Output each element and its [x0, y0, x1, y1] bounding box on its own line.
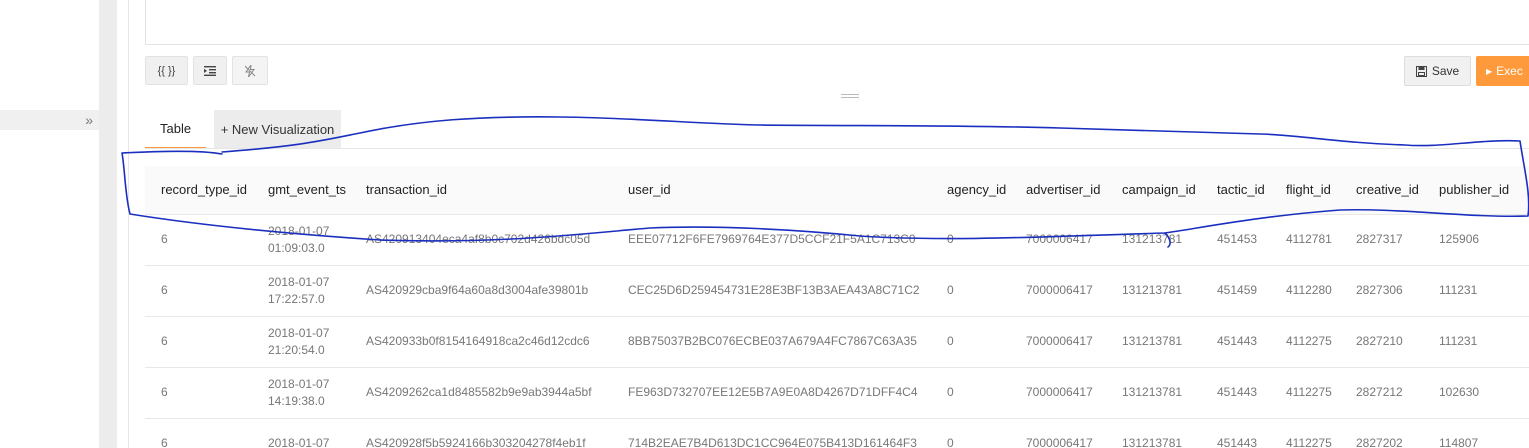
table-cell-transaction-id: AS420929cba9f64a60a8d3004afe39801b [350, 265, 612, 317]
save-button[interactable]: Save [1404, 56, 1471, 86]
table-cell-advertiser-id: 7000006417 [1010, 265, 1106, 317]
table-cell-flight-id: 4112275 [1270, 418, 1340, 448]
table-cell-advertiser-id: 7000006417 [1010, 418, 1106, 448]
table-cell-gmt-event-ts: 2018-01-07 17:22:57.0 [252, 265, 350, 317]
execute-button[interactable]: ▶ Exec [1476, 56, 1529, 86]
table-cell-agency-id: 0 [931, 214, 1010, 266]
new-visualization-button[interactable]: + New Visualization [214, 110, 341, 149]
table-cell-user-id: FE963D732707EE12E5B7A9E0A8D4267D71DFF4C4 [612, 367, 931, 419]
table-cell-transaction-id: AS4209262ca1d8485582b9e9ab3944a5bf [350, 367, 612, 419]
table-cell-creative-id: 2827202 [1340, 418, 1423, 448]
table-cell-flight-id: 4112275 [1270, 367, 1340, 419]
table-cell-record-type-id: 6 [145, 214, 252, 266]
tab-divider [145, 148, 1529, 149]
table-cell-record-type-id: 6 [145, 418, 252, 448]
table-cell-tactic-id: 451443 [1201, 316, 1270, 368]
play-icon: ▶ [1486, 66, 1493, 76]
table-cell-flight-id: 4112280 [1270, 265, 1340, 317]
table-row: 6 2018-01-07 14:19:38.0 AS4209262ca1d84855… [145, 367, 1529, 419]
table-cell-record-type-id: 6 [145, 367, 252, 419]
app-root: » {{ }} Save ▶ Exec Table + New Visualiz… [0, 0, 1529, 448]
indent-button[interactable] [193, 56, 227, 85]
table-row: 6 2018-01-07 01:09:03.0 AS420913404eca4af8… [145, 214, 1529, 266]
table-cell-agency-id: 0 [931, 418, 1010, 448]
column-header-tactic-id[interactable]: tactic_id [1201, 166, 1270, 215]
table-cell-tactic-id: 451459 [1201, 265, 1270, 317]
table-cell-publisher-id: 114807 [1423, 418, 1529, 448]
save-label: Save [1431, 64, 1460, 78]
table-cell-creative-id: 2827317 [1340, 214, 1423, 266]
table-cell-flight-id: 4112781 [1270, 214, 1340, 266]
table-cell-advertiser-id: 7000006417 [1010, 316, 1106, 368]
format-query-button[interactable]: {{ }} [145, 56, 188, 85]
autocomplete-toggle-button[interactable] [232, 56, 268, 85]
column-header-advertiser-id[interactable]: advertiser_id [1010, 166, 1106, 215]
indent-icon [204, 65, 216, 76]
column-header-user-id[interactable]: user_id [612, 166, 931, 215]
column-header-gmt-event-ts[interactable]: gmt_event_ts [252, 166, 350, 215]
table-cell-creative-id: 2827212 [1340, 367, 1423, 419]
table-cell-user-id: 714B2EAE7B4D613DC1CC964E075B413D161464F3 [612, 418, 931, 448]
table-cell-tactic-id: 451443 [1201, 418, 1270, 448]
table-cell-advertiser-id: 7000006417 [1010, 214, 1106, 266]
results-table: record_type_id gmt_event_ts transaction_id… [145, 166, 1529, 448]
editor-resize-handle[interactable] [841, 94, 859, 99]
autocomplete-off-icon [244, 64, 256, 77]
sidebar-collapse-row[interactable]: » [0, 110, 99, 130]
column-header-agency-id[interactable]: agency_id [931, 166, 1010, 215]
tab-table[interactable]: Table [145, 110, 206, 149]
table-cell-user-id: EEE07712F6FE7969764E377D5CCF21F5A1C713C0 [612, 214, 931, 266]
table-cell-transaction-id: AS420913404eca4af8b0c702d426bdc05d [350, 214, 612, 266]
table-cell-publisher-id: 111231 [1423, 316, 1529, 368]
table-cell-record-type-id: 6 [145, 316, 252, 368]
table-cell-agency-id: 0 [931, 367, 1010, 419]
table-cell-gmt-event-ts: 2018-01-07 01:09:03.0 [252, 214, 350, 266]
table-row: 6 2018-01-07 17:22:57.0 AS420929cba9f64a60… [145, 265, 1529, 317]
column-header-campaign-id[interactable]: campaign_id [1106, 166, 1201, 215]
column-header-record-type-id[interactable]: record_type_id [145, 166, 252, 215]
table-cell-user-id: CEC25D6D259454731E28E3BF13B3AEA43A8C71C2 [612, 265, 931, 317]
floppy-disk-icon [1415, 65, 1427, 77]
table-cell-agency-id: 0 [931, 265, 1010, 317]
query-editor[interactable] [145, 0, 1529, 45]
table-cell-campaign-id: 131213781 [1106, 214, 1201, 266]
table-cell-campaign-id: 131213781 [1106, 265, 1201, 317]
table-cell-publisher-id: 125906 [1423, 214, 1529, 266]
table-cell-advertiser-id: 7000006417 [1010, 367, 1106, 419]
table-cell-campaign-id: 131213781 [1106, 316, 1201, 368]
table-cell-creative-id: 2827210 [1340, 316, 1423, 368]
table-cell-tactic-id: 451443 [1201, 367, 1270, 419]
execute-label: Exec [1496, 64, 1523, 78]
sidebar: » [0, 0, 99, 448]
table-header-row: record_type_id gmt_event_ts transaction_id… [145, 166, 1529, 215]
table-cell-creative-id: 2827306 [1340, 265, 1423, 317]
column-header-creative-id[interactable]: creative_id [1340, 166, 1423, 215]
table-cell-publisher-id: 111231 [1423, 265, 1529, 317]
table-cell-tactic-id: 451453 [1201, 214, 1270, 266]
table-cell-flight-id: 4112275 [1270, 316, 1340, 368]
column-header-publisher-id[interactable]: publisher_id [1423, 166, 1529, 215]
sidebar-gutter [99, 0, 117, 448]
table-cell-record-type-id: 6 [145, 265, 252, 317]
table-row: 6 2018-01-07 AS420928f5b5924166b303204278f… [145, 418, 1529, 448]
table-cell-gmt-event-ts: 2018-01-07 14:19:38.0 [252, 367, 350, 419]
table-cell-publisher-id: 102630 [1423, 367, 1529, 419]
table-cell-user-id: 8BB75037B2BC076ECBE037A679A4FC7867C63A35 [612, 316, 931, 368]
panel-divider [128, 0, 129, 448]
table-cell-gmt-event-ts: 2018-01-07 [252, 418, 350, 448]
table-cell-transaction-id: AS420933b0f8154164918ca2c46d12cdc6 [350, 316, 612, 368]
table-cell-transaction-id: AS420928f5b5924166b303204278f4eb1f [350, 418, 612, 448]
column-header-transaction-id[interactable]: transaction_id [350, 166, 612, 215]
table-row: 6 2018-01-07 21:20:54.0 AS420933b0f8154164… [145, 316, 1529, 368]
table-cell-campaign-id: 131213781 [1106, 367, 1201, 419]
double-chevron-right-icon[interactable]: » [85, 111, 93, 129]
table-cell-agency-id: 0 [931, 316, 1010, 368]
column-header-flight-id[interactable]: flight_id [1270, 166, 1340, 215]
table-cell-gmt-event-ts: 2018-01-07 21:20:54.0 [252, 316, 350, 368]
table-cell-campaign-id: 131213781 [1106, 418, 1201, 448]
new-visualization-label: + New Visualization [220, 122, 335, 137]
tab-table-label: Table [160, 121, 192, 136]
format-query-label: {{ }} [157, 64, 176, 77]
